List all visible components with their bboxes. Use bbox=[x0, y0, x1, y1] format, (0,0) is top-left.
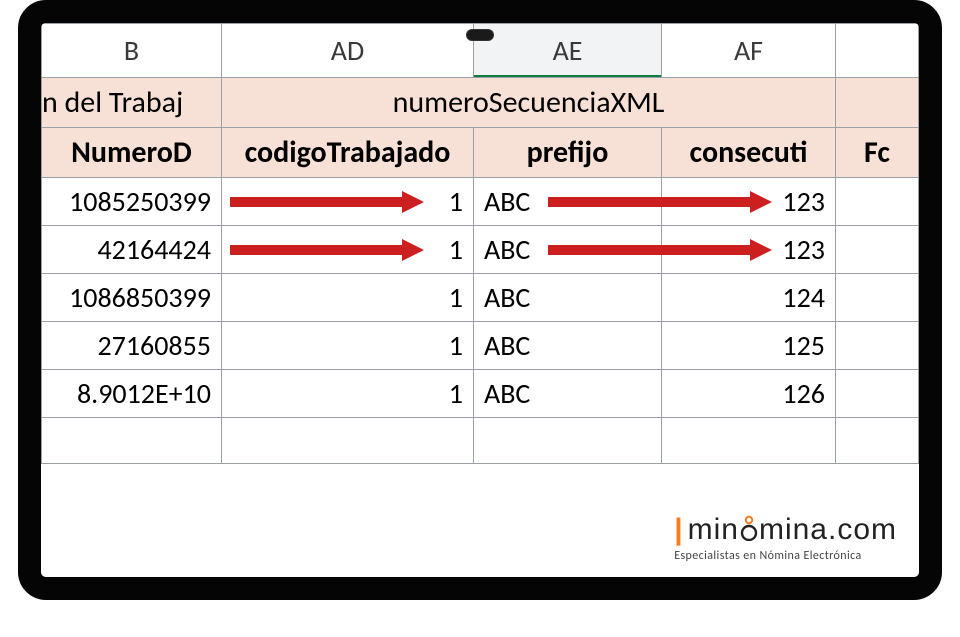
table-row[interactable]: 421644241ABC123 bbox=[42, 226, 919, 274]
col-header-AG[interactable] bbox=[836, 24, 919, 78]
cell-consecutivo[interactable] bbox=[662, 418, 836, 464]
cell-consecutivo[interactable]: 123 bbox=[662, 178, 836, 226]
cell-extra[interactable] bbox=[836, 178, 919, 226]
table-row[interactable]: 10868503991ABC124 bbox=[42, 274, 919, 322]
brand-post: mina.com bbox=[759, 513, 897, 546]
cell-prefijo[interactable]: ABC bbox=[474, 226, 662, 274]
spreadsheet-table: B AD AE AF n del Trabaj numeroSecuenciaX… bbox=[41, 23, 919, 464]
cell-prefijo[interactable]: ABC bbox=[474, 274, 662, 322]
cell-extra[interactable] bbox=[836, 370, 919, 418]
monitor-frame: B AD AE AF n del Trabaj numeroSecuenciaX… bbox=[18, 0, 942, 600]
table-row[interactable]: 271608551ABC125 bbox=[42, 322, 919, 370]
brand-pre: min bbox=[688, 513, 739, 546]
table-row[interactable]: 8.9012E+101ABC126 bbox=[42, 370, 919, 418]
cell-numero[interactable]: 27160855 bbox=[42, 322, 222, 370]
group-header-blank bbox=[836, 78, 919, 128]
spreadsheet-screen: B AD AE AF n del Trabaj numeroSecuenciaX… bbox=[41, 23, 919, 577]
cell-consecutivo[interactable]: 123 bbox=[662, 226, 836, 274]
cell-extra[interactable] bbox=[836, 322, 919, 370]
monitor-shadow bbox=[0, 597, 960, 637]
cell-prefijo[interactable]: ABC bbox=[474, 178, 662, 226]
table-row[interactable]: 10852503991ABC123 bbox=[42, 178, 919, 226]
cell-extra[interactable] bbox=[836, 274, 919, 322]
cell-codigo[interactable]: 1 bbox=[222, 322, 474, 370]
cell-numero[interactable]: 1086850399 bbox=[42, 274, 222, 322]
group-header-row: n del Trabaj numeroSecuenciaXML bbox=[42, 78, 919, 128]
subheader-AD: codigoTrabajado bbox=[222, 128, 474, 178]
sub-header-row: NumeroD codigoTrabajado prefijo consecut… bbox=[42, 128, 919, 178]
brand-logo: |min mina.com bbox=[674, 513, 897, 547]
cell-consecutivo[interactable]: 124 bbox=[662, 274, 836, 322]
cell-numero[interactable]: 8.9012E+10 bbox=[42, 370, 222, 418]
cell-numero[interactable] bbox=[42, 418, 222, 464]
person-pin-icon bbox=[740, 515, 758, 541]
cell-prefijo[interactable]: ABC bbox=[474, 322, 662, 370]
subheader-B: NumeroD bbox=[42, 128, 222, 178]
camera-notch bbox=[466, 29, 494, 41]
cell-consecutivo[interactable]: 126 bbox=[662, 370, 836, 418]
brand-tagline: Especialistas en Nómina Electrónica bbox=[674, 549, 897, 563]
col-header-AE[interactable]: AE bbox=[474, 24, 662, 78]
brand-watermark: |min mina.com Especialistas en Nómina El… bbox=[674, 513, 897, 563]
col-header-AF[interactable]: AF bbox=[662, 24, 836, 78]
col-header-B[interactable]: B bbox=[42, 24, 222, 78]
group-header-left: n del Trabaj bbox=[42, 78, 222, 128]
cell-codigo[interactable]: 1 bbox=[222, 178, 474, 226]
cell-codigo[interactable]: 1 bbox=[222, 226, 474, 274]
subheader-AF: consecuti bbox=[662, 128, 836, 178]
cell-numero[interactable]: 42164424 bbox=[42, 226, 222, 274]
subheader-AE: prefijo bbox=[474, 128, 662, 178]
cell-prefijo[interactable]: ABC bbox=[474, 370, 662, 418]
cell-codigo[interactable]: 1 bbox=[222, 370, 474, 418]
brand-bar-icon: | bbox=[674, 513, 683, 546]
cell-prefijo[interactable] bbox=[474, 418, 662, 464]
table-row[interactable] bbox=[42, 418, 919, 464]
cell-numero[interactable]: 1085250399 bbox=[42, 178, 222, 226]
col-header-AD[interactable]: AD bbox=[222, 24, 474, 78]
cell-extra[interactable] bbox=[836, 418, 919, 464]
cell-consecutivo[interactable]: 125 bbox=[662, 322, 836, 370]
subheader-AG: Fc bbox=[836, 128, 919, 178]
cell-codigo[interactable] bbox=[222, 418, 474, 464]
cell-extra[interactable] bbox=[836, 226, 919, 274]
cell-codigo[interactable]: 1 bbox=[222, 274, 474, 322]
group-header-merged: numeroSecuenciaXML bbox=[222, 78, 836, 128]
